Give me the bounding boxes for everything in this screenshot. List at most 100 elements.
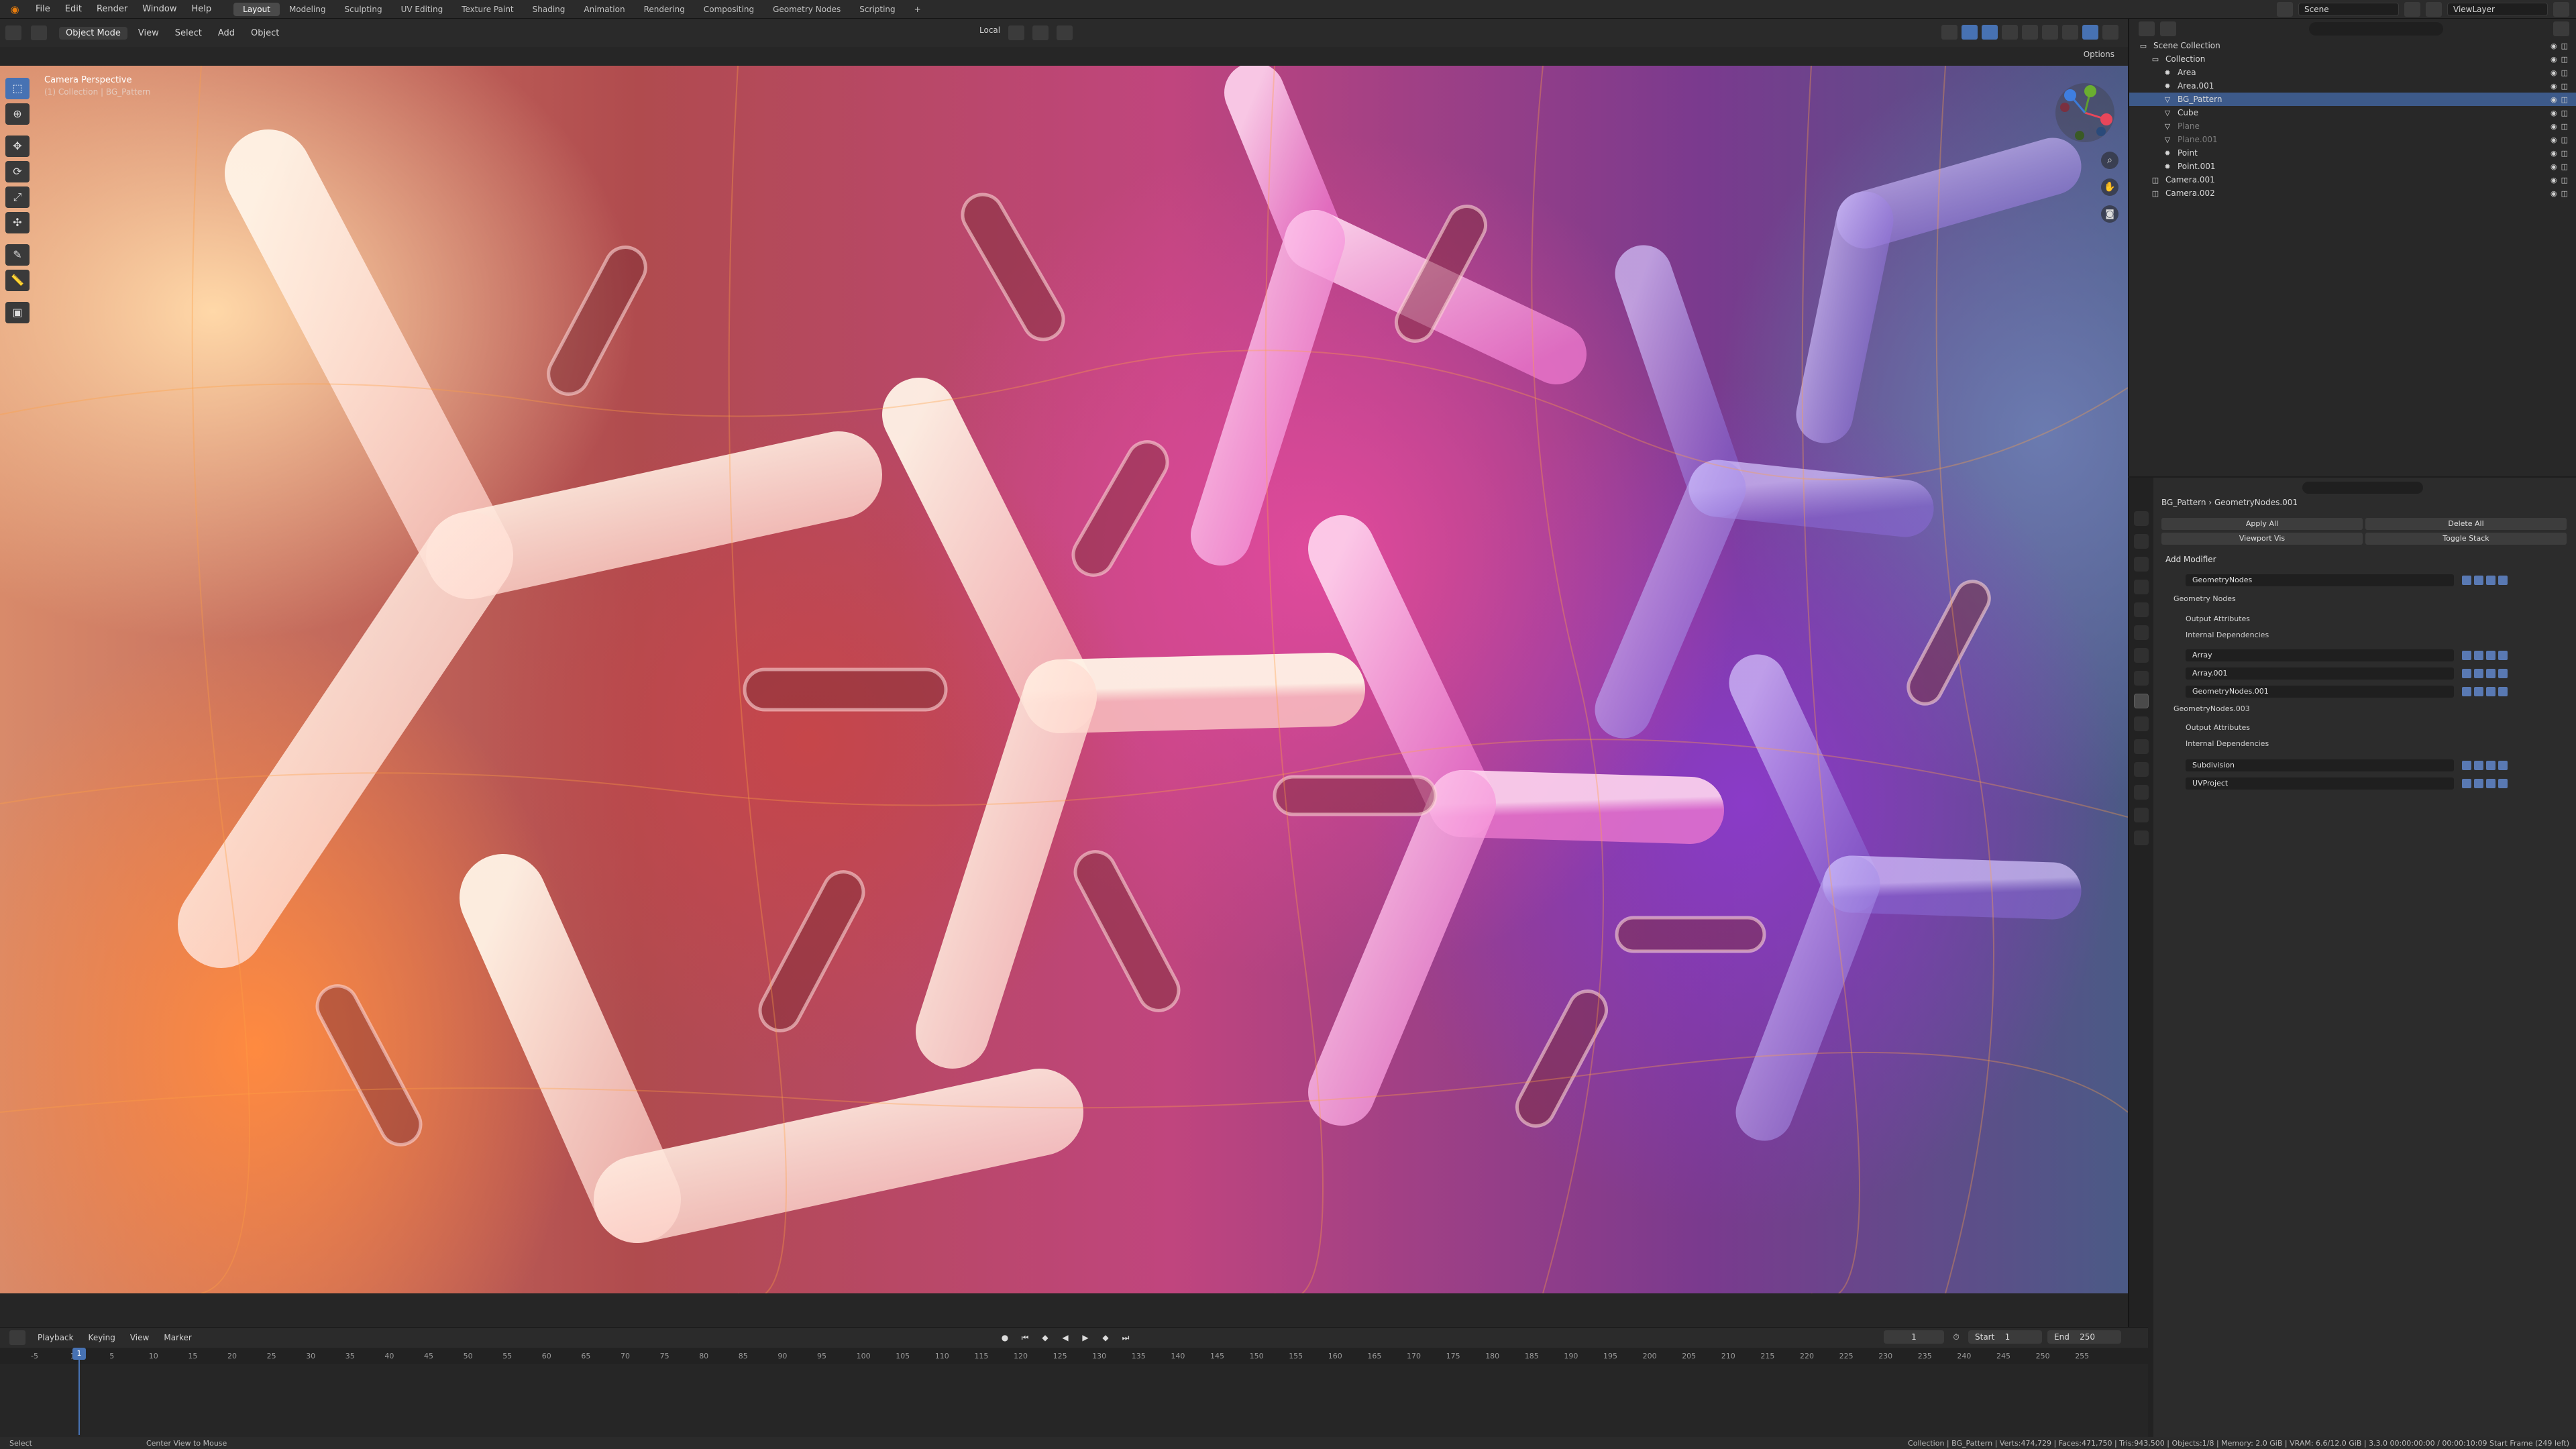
tab-rendering[interactable]: Rendering xyxy=(635,3,694,16)
outliner-editor-type-icon[interactable] xyxy=(2139,21,2155,36)
proportional-edit-icon[interactable] xyxy=(1057,25,1073,40)
tab-modeling[interactable]: Modeling xyxy=(280,3,335,16)
node-tree-field[interactable]: Geometry Nodes xyxy=(2174,594,2236,603)
view-layer-field[interactable]: ViewLayer xyxy=(2447,3,2548,16)
visibility-toggles[interactable]: ◉ ◫ xyxy=(2551,136,2568,144)
eye-icon[interactable]: ◉ xyxy=(2551,109,2557,117)
add-modifier-dropdown[interactable]: Add Modifier xyxy=(2161,553,2567,566)
modifier-geometrynodes-001[interactable]: GeometryNodes.001 xyxy=(2161,684,2567,699)
menu-file[interactable]: File xyxy=(28,4,58,14)
visibility-toggles[interactable]: ◉ ◫ xyxy=(2551,162,2568,171)
internal-dependencies-panel[interactable]: Internal Dependencies xyxy=(2186,739,2269,748)
tab-texture-paint[interactable]: Texture Paint xyxy=(452,3,523,16)
visibility-toggles[interactable]: ◉ ◫ xyxy=(2551,189,2568,198)
visibility-toggles[interactable]: ◉ ◫ xyxy=(2551,82,2568,91)
prev-keyframe-icon[interactable]: ◆ xyxy=(1038,1332,1052,1344)
modifier-visibility-toggles[interactable] xyxy=(2462,687,2508,696)
modifier-name-field[interactable]: UVProject xyxy=(2186,777,2454,790)
eye-icon[interactable]: ◉ xyxy=(2551,82,2557,91)
modifier-uvproject[interactable]: UVProject xyxy=(2161,776,2567,791)
scene-field[interactable]: Scene xyxy=(2298,3,2399,16)
modifier-visibility-toggles[interactable] xyxy=(2462,576,2508,585)
playhead[interactable]: 1 xyxy=(72,1348,86,1438)
blender-logo-icon[interactable]: ◉ xyxy=(8,3,21,16)
modifier-name-field[interactable]: GeometryNodes.001 xyxy=(2186,686,2454,698)
eye-icon[interactable]: ◉ xyxy=(2551,68,2557,77)
tab-uv-editing[interactable]: UV Editing xyxy=(392,3,453,16)
outliner-item[interactable]: ✹ Point ◉ ◫ xyxy=(2129,146,2576,160)
modifier-visibility-toggles[interactable] xyxy=(2462,651,2508,660)
outliner-item[interactable]: ▽ Cube ◉ ◫ xyxy=(2129,106,2576,119)
tab-geometry-nodes[interactable]: Geometry Nodes xyxy=(763,3,850,16)
scale-tool-icon[interactable]: ⤢ xyxy=(5,186,30,208)
jump-start-icon[interactable]: ⏮ xyxy=(1018,1332,1032,1344)
menu-help[interactable]: Help xyxy=(184,4,219,14)
modifier-visibility-toggles[interactable] xyxy=(2462,779,2508,788)
output-tab-icon[interactable] xyxy=(2134,557,2149,572)
camera-render-icon[interactable]: ◫ xyxy=(2561,162,2568,171)
camera-render-icon[interactable]: ◫ xyxy=(2561,109,2568,117)
world-tab-icon[interactable] xyxy=(2134,625,2149,640)
render-tab-icon[interactable] xyxy=(2134,534,2149,549)
node-tree-field[interactable]: GeometryNodes.003 xyxy=(2174,704,2250,713)
overlay-toggle-icon[interactable] xyxy=(1982,25,1998,40)
visibility-icon[interactable] xyxy=(1941,25,1957,40)
menu-view[interactable]: View xyxy=(138,28,159,38)
wireframe-shading-icon[interactable] xyxy=(2022,25,2038,40)
add-cube-tool-icon[interactable]: ▣ xyxy=(5,302,30,323)
camera-render-icon[interactable]: ◫ xyxy=(2561,149,2568,158)
scene-browse-icon[interactable] xyxy=(2277,2,2293,17)
camera-render-icon[interactable]: ◫ xyxy=(2561,136,2568,144)
outliner-item[interactable]: ✹ Area ◉ ◫ xyxy=(2129,66,2576,79)
object-tab-icon[interactable] xyxy=(2134,671,2149,686)
rendered-scene[interactable] xyxy=(0,66,2128,1293)
camera-render-icon[interactable]: ◫ xyxy=(2561,176,2568,184)
outliner-item[interactable]: ▽ Plane.001 ◉ ◫ xyxy=(2129,133,2576,146)
menu-select[interactable]: Select xyxy=(175,28,202,38)
play-reverse-icon[interactable]: ◀ xyxy=(1059,1332,1072,1344)
menu-object[interactable]: Object xyxy=(251,28,279,38)
modifier-name-field[interactable]: GeometryNodes xyxy=(2186,574,2454,586)
tab-scripting[interactable]: Scripting xyxy=(850,3,904,16)
new-view-layer-icon[interactable] xyxy=(2553,2,2569,17)
collection-tab-icon[interactable] xyxy=(2134,648,2149,663)
eye-icon[interactable]: ◉ xyxy=(2551,42,2557,50)
editor-type-icon[interactable] xyxy=(5,25,21,40)
camera-render-icon[interactable]: ◫ xyxy=(2561,68,2568,77)
physics-tab-icon[interactable] xyxy=(2134,739,2149,754)
next-keyframe-icon[interactable]: ◆ xyxy=(1099,1332,1112,1344)
view-layer-browse-icon[interactable] xyxy=(2426,2,2442,17)
tab-animation[interactable]: Animation xyxy=(574,3,634,16)
material-tab-icon[interactable] xyxy=(2134,808,2149,822)
add-workspace-button[interactable]: + xyxy=(905,3,930,16)
camera-render-icon[interactable]: ◫ xyxy=(2561,189,2568,198)
menu-add[interactable]: Add xyxy=(218,28,235,38)
navigation-gizmo[interactable] xyxy=(2053,80,2117,145)
outliner-search-input[interactable] xyxy=(2309,22,2443,36)
eye-icon[interactable]: ◉ xyxy=(2551,176,2557,184)
modifier-tab-icon[interactable] xyxy=(2134,694,2149,708)
visibility-toggles[interactable]: ◉ ◫ xyxy=(2551,149,2568,158)
menu-keying[interactable]: Keying xyxy=(89,1333,115,1342)
outliner-item[interactable]: ▭ Scene Collection ◉ ◫ xyxy=(2129,39,2576,52)
transform-tool-icon[interactable]: ✣ xyxy=(5,212,30,233)
constraints-tab-icon[interactable] xyxy=(2134,762,2149,777)
rendered-shading-icon[interactable] xyxy=(2082,25,2098,40)
camera-render-icon[interactable]: ◫ xyxy=(2561,42,2568,50)
new-scene-icon[interactable] xyxy=(2404,2,2420,17)
visibility-toggles[interactable]: ◉ ◫ xyxy=(2551,68,2568,77)
apply-all-button[interactable]: Apply All xyxy=(2161,518,2363,530)
data-tab-icon[interactable] xyxy=(2134,785,2149,800)
material-shading-icon[interactable] xyxy=(2062,25,2078,40)
camera-render-icon[interactable]: ◫ xyxy=(2561,82,2568,91)
modifier-visibility-toggles[interactable] xyxy=(2462,669,2508,678)
orientation-dropdown[interactable]: Local xyxy=(979,25,1000,40)
viewport-vis-button[interactable]: Viewport Vis xyxy=(2161,533,2363,545)
modifier-array-001[interactable]: Array.001 xyxy=(2161,666,2567,681)
filter-icon[interactable] xyxy=(2553,21,2569,36)
play-icon[interactable]: ▶ xyxy=(1079,1332,1092,1344)
modifier-visibility-toggles[interactable] xyxy=(2462,761,2508,770)
modifier-array[interactable]: Array xyxy=(2161,648,2567,663)
tab-shading[interactable]: Shading xyxy=(523,3,575,16)
start-frame-field[interactable]: Start 1 xyxy=(1968,1330,2042,1344)
